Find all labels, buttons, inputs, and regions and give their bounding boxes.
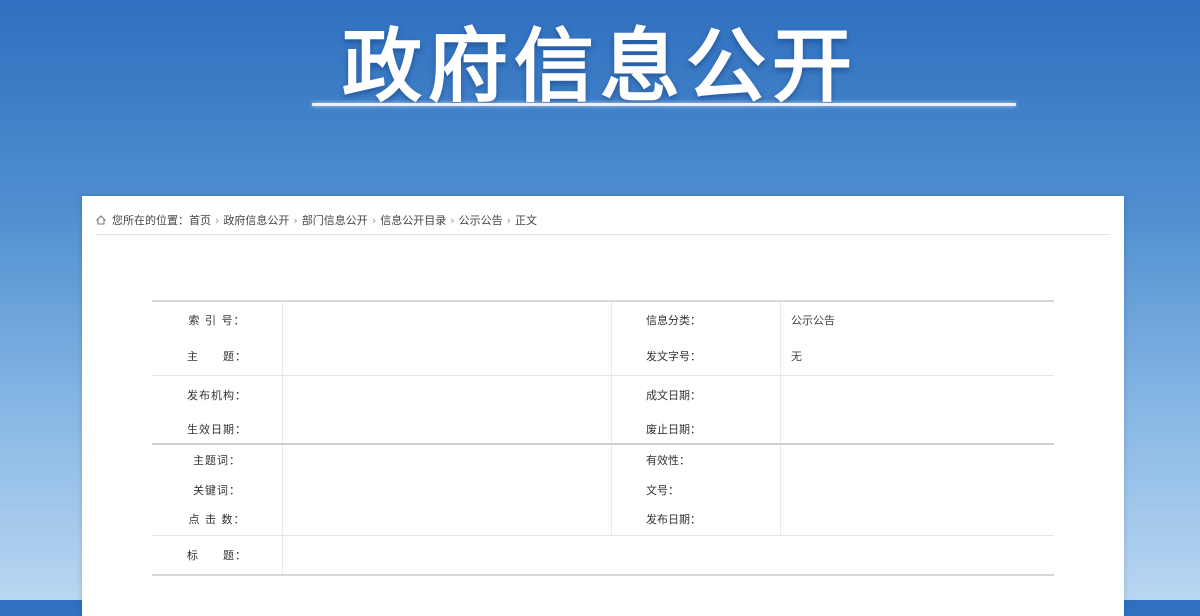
subject-value [282,338,612,375]
theme-words-value [282,443,612,475]
breadcrumb: 您所在的位置：首页 › 政府信息公开 › 部门信息公开 › 信息公开目录 › 公… [96,206,1110,235]
document-info-table: 索 引 号： 信息分类： 公示公告 主 题： 发文字号： 无 发布机构： 成文日… [152,300,1054,576]
table-row: 关键词： 文号： [152,475,1054,504]
breadcrumb-item-notices[interactable]: 公示公告 [459,212,503,228]
breadcrumb-separator: › [371,213,377,227]
hit-count-value [282,504,612,535]
breadcrumb-separator: › [506,213,512,227]
doc-title-value [282,534,1054,576]
table-row: 发布机构： 成文日期： [152,374,1054,415]
home-icon [96,215,106,225]
validity-value [780,443,1054,475]
doc-no-label: 发文字号： [611,338,781,375]
index-no-label: 索 引 号： [152,300,283,338]
breadcrumb-item-gov-info[interactable]: 政府信息公开 [223,212,289,228]
hit-count-label: 点 击 数： [188,513,246,527]
effective-date-label: 生效日期： [187,423,247,436]
issue-no-value [780,475,1054,504]
expiry-date-label: 废止日期： [611,415,781,444]
table-row: 生效日期： 废止日期： [152,415,1054,444]
banner-title: 政府信息公开 [342,20,858,113]
pub-date-label: 发布日期： [611,504,781,535]
table-row: 索 引 号： 信息分类： 公示公告 [152,300,1054,338]
table-row: 主 题： 发文字号： 无 [152,338,1054,375]
table-row: 主题词： 有效性： [152,443,1054,475]
category-label: 信息分类： [611,300,781,338]
breadcrumb-item-current: 正文 [515,214,538,227]
breadcrumb-item-home[interactable]: 您所在的位置：首页 [112,212,211,228]
pub-date-value [780,504,1054,535]
table-row: 点 击 数： 发布日期： [152,504,1054,535]
breadcrumb-separator: › [293,213,298,227]
written-date-value [780,374,1054,415]
subject-label: 主 题： [187,350,247,364]
content-panel: 您所在的位置：首页 › 政府信息公开 › 部门信息公开 › 信息公开目录 › 公… [82,196,1124,616]
doc-no-value: 无 [780,338,1054,375]
keywords-label: 关键词： [193,483,241,497]
index-no-value [282,300,612,338]
effective-date-value [282,415,612,444]
doc-title-label: 标 题： [152,534,283,576]
breadcrumb-item-catalog[interactable]: 信息公开目录 [380,212,446,228]
category-value: 公示公告 [780,300,1054,338]
theme-words-label: 主题词： [152,443,283,475]
breadcrumb-separator: › [215,213,220,227]
keywords-value [282,475,612,504]
breadcrumb-item-dept-info[interactable]: 部门信息公开 [302,212,368,228]
validity-label: 有效性： [611,443,781,475]
publisher-label: 发布机构： [152,374,283,415]
issue-no-label: 文号： [611,475,781,504]
written-date-label: 成文日期： [611,374,781,415]
banner-divider [312,103,1016,106]
expiry-date-value [780,415,1054,444]
breadcrumb-separator: › [450,213,455,227]
publisher-value [282,374,612,415]
table-row: 标 题： [152,534,1054,576]
